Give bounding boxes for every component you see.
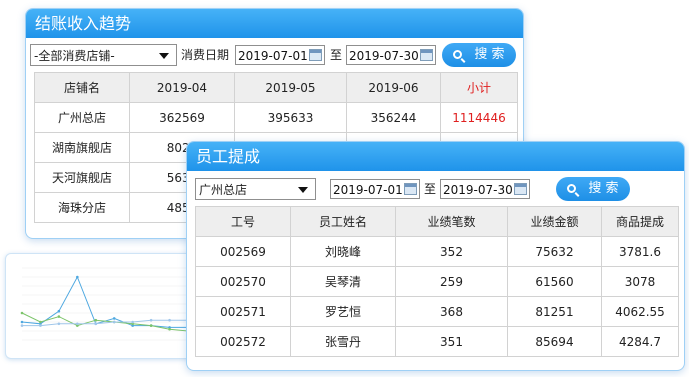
chevron-down-icon — [159, 53, 169, 59]
chevron-down-icon — [298, 187, 308, 193]
table-cell: 351 — [395, 326, 508, 357]
table-row[interactable]: 002572 张雪丹 351 85694 4284.7 — [195, 326, 679, 357]
table-row[interactable]: 002569 刘晓峰 352 75632 3781.6 — [195, 236, 679, 267]
column-header[interactable]: 2019-06 — [346, 72, 441, 103]
data-point — [76, 275, 79, 279]
store-select[interactable]: -全部消费店铺- — [30, 44, 177, 66]
table-cell: 352 — [395, 236, 508, 267]
table-cell: 张雪丹 — [290, 326, 396, 357]
table-cell: 259 — [395, 266, 508, 297]
calendar-icon[interactable] — [309, 49, 322, 61]
data-point — [168, 318, 171, 322]
column-header[interactable]: 2019-04 — [129, 72, 235, 103]
table-cell: 4284.7 — [601, 326, 679, 357]
column-header[interactable]: 业绩金额 — [507, 206, 602, 237]
search-icon — [453, 50, 463, 59]
column-header[interactable]: 商品提成 — [601, 206, 679, 237]
data-point — [112, 320, 116, 324]
store-toolbar: -全部消费店铺- 消费日期 2019-07-01 至 2019-07-30 搜 … — [26, 40, 523, 70]
staff-date-from-value: 2019-07-01 — [333, 183, 403, 197]
table-row[interactable]: 002571 罗艺恒 368 81251 4062.55 — [195, 296, 679, 327]
data-point — [57, 315, 61, 318]
calendar-icon[interactable] — [420, 49, 433, 61]
data-point — [20, 311, 24, 315]
date-from-field[interactable]: 2019-07-01 — [235, 45, 325, 65]
table-cell: 395633 — [234, 102, 347, 133]
trend-chart-card — [5, 253, 197, 359]
staff-date-to-field[interactable]: 2019-07-30 — [440, 179, 530, 199]
data-point — [57, 322, 61, 326]
table-cell: 368 — [395, 296, 508, 327]
column-header[interactable]: 工号 — [195, 206, 291, 237]
table-cell: 1114446 — [440, 102, 518, 133]
table-cell: 002571 — [195, 296, 291, 327]
search-button[interactable]: 搜 索 — [442, 43, 516, 67]
search-icon — [567, 184, 577, 193]
data-point — [112, 317, 116, 320]
data-point — [20, 320, 24, 324]
store-income-title: 结账收入趋势 — [26, 9, 523, 38]
table-cell: 61560 — [507, 266, 602, 297]
data-point — [39, 320, 42, 324]
table-cell: 刘晓峰 — [290, 236, 396, 267]
data-point — [39, 324, 42, 327]
staff-toolbar: 广州总店 2019-07-01 至 2019-07-30 搜 索 — [187, 174, 684, 204]
table-cell: 362569 — [129, 102, 235, 133]
staff-commission-panel: 员工提成 广州总店 2019-07-01 至 2019-07-30 搜 索 工号… — [186, 141, 685, 371]
table-cell: 吴琴清 — [290, 266, 396, 297]
table-cell: 75632 — [507, 236, 602, 267]
column-header[interactable]: 员工姓名 — [290, 206, 396, 237]
date-to-field[interactable]: 2019-07-30 — [346, 45, 436, 65]
date-label: 消费日期 — [181, 48, 230, 62]
table-cell: 002570 — [195, 266, 291, 297]
data-point — [57, 309, 61, 313]
date-to-value: 2019-07-30 — [349, 49, 419, 63]
data-point — [94, 318, 98, 322]
table-cell: 广州总店 — [34, 102, 130, 133]
date-to-label: 至 — [330, 48, 343, 62]
data-point — [149, 324, 153, 327]
data-point — [131, 320, 134, 324]
staff-store-select[interactable]: 广州总店 — [195, 178, 316, 200]
table-row[interactable]: 002570 吴琴清 259 61560 3078 — [195, 266, 679, 297]
table-cell: 3078 — [601, 266, 679, 297]
date-from-value: 2019-07-01 — [238, 49, 308, 63]
data-point — [76, 322, 79, 326]
table-cell: 湖南旗舰店 — [34, 132, 130, 163]
table-cell: 356244 — [346, 102, 441, 133]
table-cell: 81251 — [507, 296, 602, 327]
table-cell: 4062.55 — [601, 296, 679, 327]
column-header[interactable]: 小计 — [440, 72, 518, 103]
data-point — [94, 322, 98, 326]
table-cell: 85694 — [507, 326, 602, 357]
trend-line-chart — [20, 267, 190, 341]
staff-commission-title: 员工提成 — [187, 142, 684, 171]
table-cell: 002572 — [195, 326, 291, 357]
table-cell: 海珠分店 — [34, 192, 130, 223]
table-cell: 天河旗舰店 — [34, 162, 130, 193]
data-point — [20, 324, 24, 327]
column-header[interactable]: 店铺名 — [34, 72, 130, 103]
staff-search-button[interactable]: 搜 索 — [556, 177, 630, 201]
staff-commission-table: 工号 员工姓名 业绩笔数 业绩金额 商品提成 002569 刘晓峰 352 75632… — [195, 206, 679, 357]
column-header[interactable]: 业绩笔数 — [395, 206, 508, 237]
column-header[interactable]: 2019-05 — [234, 72, 347, 103]
staff-store-select-value: 广州总店 — [199, 183, 248, 197]
table-cell: 3781.6 — [601, 236, 679, 267]
store-select-value: -全部消费店铺- — [34, 49, 115, 63]
staff-date-to-label: 至 — [424, 182, 437, 196]
staff-date-from-field[interactable]: 2019-07-01 — [330, 179, 420, 199]
calendar-icon[interactable] — [404, 183, 417, 195]
table-cell: 002569 — [195, 236, 291, 267]
staff-date-to-value: 2019-07-30 — [443, 183, 513, 197]
search-button-label: 搜 索 — [474, 47, 505, 62]
table-row[interactable]: 广州总店 362569 395633 356244 1114446 — [34, 102, 518, 133]
data-point — [149, 318, 153, 322]
data-point — [168, 327, 171, 331]
staff-search-button-label: 搜 索 — [588, 181, 619, 196]
calendar-icon[interactable] — [514, 183, 527, 195]
table-cell: 罗艺恒 — [290, 296, 396, 327]
